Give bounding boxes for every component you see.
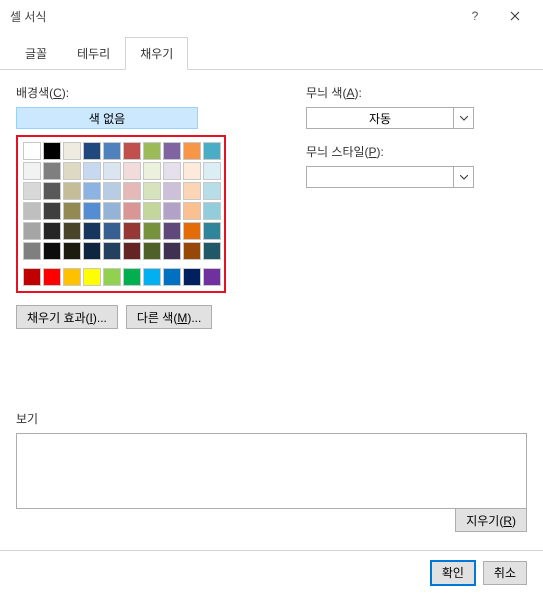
color-swatch[interactable] — [43, 162, 61, 180]
color-swatch[interactable] — [103, 202, 121, 220]
color-swatch[interactable] — [43, 202, 61, 220]
color-swatch[interactable] — [183, 222, 201, 240]
color-swatch[interactable] — [163, 268, 181, 286]
cancel-button[interactable]: 취소 — [483, 561, 527, 585]
color-swatch[interactable] — [183, 268, 201, 286]
color-swatch[interactable] — [143, 222, 161, 240]
help-button[interactable]: ? — [455, 2, 495, 30]
color-swatch[interactable] — [163, 242, 181, 260]
tab-font[interactable]: 글꼴 — [10, 37, 62, 70]
color-swatch[interactable] — [103, 182, 121, 200]
color-swatch[interactable] — [143, 242, 161, 260]
color-swatch[interactable] — [23, 222, 41, 240]
tab-fill[interactable]: 채우기 — [125, 37, 188, 70]
color-swatch[interactable] — [183, 142, 201, 160]
pattern-style-select[interactable] — [306, 166, 474, 188]
color-swatch[interactable] — [203, 268, 221, 286]
color-palette — [16, 135, 226, 293]
bgcolor-label: 배경색(C): — [16, 84, 266, 101]
chevron-down-icon — [453, 108, 473, 128]
color-swatch[interactable] — [163, 182, 181, 200]
color-swatch[interactable] — [63, 142, 81, 160]
color-swatch[interactable] — [43, 142, 61, 160]
no-color-button[interactable]: 색 없음 — [16, 107, 198, 129]
color-swatch[interactable] — [203, 182, 221, 200]
color-swatch[interactable] — [83, 182, 101, 200]
color-swatch[interactable] — [123, 242, 141, 260]
color-swatch[interactable] — [123, 142, 141, 160]
more-colors-button[interactable]: 다른 색(M)... — [126, 305, 212, 329]
color-swatch[interactable] — [123, 182, 141, 200]
ok-button[interactable]: 확인 — [431, 561, 475, 585]
color-swatch[interactable] — [23, 162, 41, 180]
color-swatch[interactable] — [143, 162, 161, 180]
color-swatch[interactable] — [63, 162, 81, 180]
color-swatch[interactable] — [23, 182, 41, 200]
color-swatch[interactable] — [83, 242, 101, 260]
color-swatch[interactable] — [103, 142, 121, 160]
color-swatch[interactable] — [123, 202, 141, 220]
color-swatch[interactable] — [183, 162, 201, 180]
color-swatch[interactable] — [163, 162, 181, 180]
color-swatch[interactable] — [183, 182, 201, 200]
color-swatch[interactable] — [143, 142, 161, 160]
color-swatch[interactable] — [103, 268, 121, 286]
color-swatch[interactable] — [43, 182, 61, 200]
color-swatch[interactable] — [183, 202, 201, 220]
color-swatch[interactable] — [23, 142, 41, 160]
preview-box — [16, 433, 527, 509]
tab-border[interactable]: 테두리 — [62, 37, 125, 70]
fill-effects-button[interactable]: 채우기 효과(I)... — [16, 305, 118, 329]
color-swatch[interactable] — [203, 242, 221, 260]
color-swatch[interactable] — [143, 182, 161, 200]
color-swatch[interactable] — [63, 202, 81, 220]
color-swatch[interactable] — [163, 142, 181, 160]
color-swatch[interactable] — [43, 242, 61, 260]
color-swatch[interactable] — [163, 202, 181, 220]
pattern-style-label: 무늬 스타일(P): — [306, 143, 527, 160]
color-swatch[interactable] — [103, 242, 121, 260]
color-swatch[interactable] — [43, 222, 61, 240]
close-icon — [510, 11, 520, 21]
color-swatch[interactable] — [203, 222, 221, 240]
pattern-color-label: 무늬 색(A): — [306, 84, 527, 101]
color-swatch[interactable] — [23, 202, 41, 220]
color-swatch[interactable] — [203, 142, 221, 160]
color-swatch[interactable] — [183, 242, 201, 260]
color-swatch[interactable] — [83, 142, 101, 160]
close-button[interactable] — [495, 2, 535, 30]
color-swatch[interactable] — [143, 268, 161, 286]
color-swatch[interactable] — [83, 162, 101, 180]
pattern-color-select[interactable]: 자동 — [306, 107, 474, 129]
color-swatch[interactable] — [43, 268, 61, 286]
color-swatch[interactable] — [23, 242, 41, 260]
chevron-down-icon — [453, 167, 473, 187]
color-swatch[interactable] — [83, 222, 101, 240]
pattern-color-value: 자동 — [307, 110, 453, 127]
color-swatch[interactable] — [143, 202, 161, 220]
color-swatch[interactable] — [63, 268, 81, 286]
color-swatch[interactable] — [63, 242, 81, 260]
color-swatch[interactable] — [103, 162, 121, 180]
color-swatch[interactable] — [63, 182, 81, 200]
color-swatch[interactable] — [123, 162, 141, 180]
color-swatch[interactable] — [123, 268, 141, 286]
color-swatch[interactable] — [203, 162, 221, 180]
color-swatch[interactable] — [83, 268, 101, 286]
color-swatch[interactable] — [63, 222, 81, 240]
clear-button[interactable]: 지우기(R) — [455, 508, 527, 532]
color-swatch[interactable] — [103, 222, 121, 240]
color-swatch[interactable] — [163, 222, 181, 240]
color-swatch[interactable] — [123, 222, 141, 240]
window-title: 셀 서식 — [10, 8, 455, 25]
color-swatch[interactable] — [83, 202, 101, 220]
color-swatch[interactable] — [23, 268, 41, 286]
preview-label: 보기 — [16, 410, 527, 427]
color-swatch[interactable] — [203, 202, 221, 220]
